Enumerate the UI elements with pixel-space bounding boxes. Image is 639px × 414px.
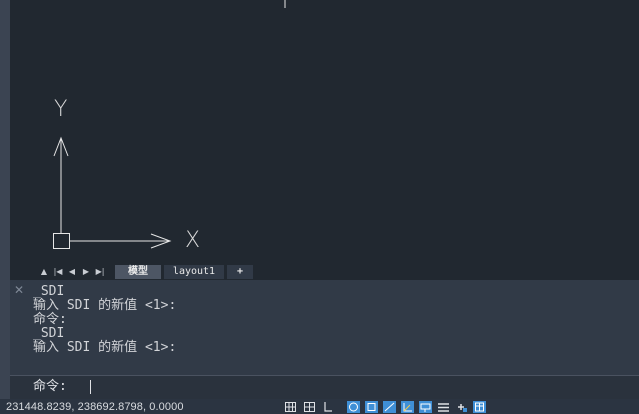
add-layout-button[interactable]: + xyxy=(227,265,253,279)
first-tab-icon[interactable]: |◀ xyxy=(53,266,63,277)
ucs-icon xyxy=(53,0,286,249)
close-icon[interactable]: ✕ xyxy=(14,284,24,296)
drawing-canvas[interactable]: Y X xyxy=(10,0,639,264)
command-history: _SDI 输入 SDI 的新值 <1>: 命令: _SDI 输入 SDI 的新值… xyxy=(33,285,176,355)
left-gutter xyxy=(0,0,10,414)
history-line: _SDI xyxy=(33,284,65,299)
command-prompt: 命令: xyxy=(33,379,67,394)
scroll-up-icon[interactable]: ▲ xyxy=(39,266,49,277)
dynamic-input-icon[interactable] xyxy=(419,401,432,413)
tab-model[interactable]: 模型 xyxy=(115,265,161,279)
cursor-coordinates: 231448.8239, 238692.8798, 0.0000 xyxy=(6,401,184,413)
history-line: 命令: xyxy=(33,312,67,327)
tab-layout1[interactable]: layout1 xyxy=(164,265,224,279)
snap-mode-icon[interactable] xyxy=(303,401,316,413)
object-snap-tracking-icon[interactable] xyxy=(383,401,396,413)
status-bar: 231448.8239, 238692.8798, 0.0000 xyxy=(0,399,639,414)
polar-tracking-icon[interactable] xyxy=(347,401,360,413)
last-tab-icon[interactable]: ▶| xyxy=(95,266,105,277)
history-line: 输入 SDI 的新值 <1>: xyxy=(33,340,177,355)
cad-application-window: Y X ▲ |◀ ◀ ▶ ▶| 模型 layout1 + ✕ _SDI 输入 S… xyxy=(0,0,639,414)
grid-display-icon[interactable] xyxy=(284,401,297,413)
layout-tab-strip: ▲ |◀ ◀ ▶ ▶| 模型 layout1 + xyxy=(10,264,639,280)
command-input-row: 命令: xyxy=(10,375,639,399)
dynamic-ucs-icon[interactable] xyxy=(401,401,414,413)
previous-tab-icon[interactable]: ◀ xyxy=(67,266,77,277)
ortho-mode-icon[interactable] xyxy=(322,401,335,413)
history-line: 输入 SDI 的新值 <1>: xyxy=(33,298,177,313)
history-line: _SDI xyxy=(33,326,65,341)
selection-cycling-icon[interactable] xyxy=(473,401,486,413)
text-caret xyxy=(90,380,91,394)
object-snap-icon[interactable] xyxy=(365,401,378,413)
lineweight-icon[interactable] xyxy=(437,401,450,413)
transparency-icon[interactable] xyxy=(455,401,468,413)
command-input[interactable] xyxy=(78,378,618,396)
ucs-x-label: X xyxy=(185,228,201,253)
ucs-origin-box xyxy=(53,233,70,249)
ucs-y-label: Y xyxy=(54,97,68,122)
next-tab-icon[interactable]: ▶ xyxy=(81,266,91,277)
